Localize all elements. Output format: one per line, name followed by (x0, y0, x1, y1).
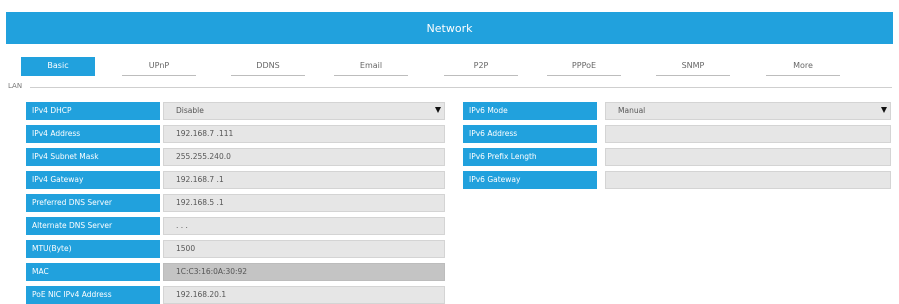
caret-down-icon (435, 107, 441, 113)
field-label: IPv6 Gateway (463, 171, 597, 189)
field-ipv6-prefix-length: IPv6 Prefix Length (463, 148, 893, 166)
ipv4-address-input[interactable]: 192.168.7 .111 (163, 125, 445, 143)
ipv6-address-input[interactable] (605, 125, 891, 143)
field-ipv6-address: IPv6 Address (463, 125, 893, 143)
select-value: Disable (176, 106, 204, 115)
field-label: IPv4 Gateway (26, 171, 160, 189)
field-label: MTU(Byte) (26, 240, 160, 258)
tab-upnp[interactable]: UPnP (122, 57, 196, 76)
ipv6-prefix-length-input[interactable] (605, 148, 891, 166)
field-label: IPv4 DHCP (26, 102, 160, 120)
field-label: MAC (26, 263, 160, 281)
field-poe-nic-ipv4: PoE NIC IPv4 Address 192.168.20.1 (26, 286, 456, 304)
ipv4-subnet-mask-input[interactable]: 255.255.240.0 (163, 148, 445, 166)
field-mac: MAC 1C:C3:16:0A:30:92 (26, 263, 456, 281)
field-ipv4-dhcp: IPv4 DHCP Disable (26, 102, 456, 120)
ipv4-dhcp-select[interactable]: Disable (163, 102, 445, 120)
tab-email[interactable]: Email (334, 57, 408, 76)
field-ipv4-address: IPv4 Address 192.168.7 .111 (26, 125, 456, 143)
poe-nic-ipv4-input[interactable]: 192.168.20.1 (163, 286, 445, 304)
ipv6-mode-select[interactable]: Manual (605, 102, 891, 120)
field-label: IPv6 Address (463, 125, 597, 143)
field-alternate-dns: Alternate DNS Server . . . (26, 217, 456, 235)
field-ipv4-subnet-mask: IPv4 Subnet Mask 255.255.240.0 (26, 148, 456, 166)
field-label: IPv6 Mode (463, 102, 597, 120)
field-ipv6-mode: IPv6 Mode Manual (463, 102, 893, 120)
ipv6-gateway-input[interactable] (605, 171, 891, 189)
field-label: IPv4 Address (26, 125, 160, 143)
field-ipv4-gateway: IPv4 Gateway 192.168.7 .1 (26, 171, 456, 189)
section-label-lan: LAN (8, 82, 26, 90)
select-value: Manual (618, 106, 646, 115)
tab-p2p[interactable]: P2P (444, 57, 518, 76)
field-mtu: MTU(Byte) 1500 (26, 240, 456, 258)
field-label: Preferred DNS Server (26, 194, 160, 212)
window-title: Network (6, 12, 893, 44)
field-label: Alternate DNS Server (26, 217, 160, 235)
tab-more[interactable]: More (766, 57, 840, 76)
field-label: PoE NIC IPv4 Address (26, 286, 160, 304)
alternate-dns-input[interactable]: . . . (163, 217, 445, 235)
tab-ddns[interactable]: DDNS (231, 57, 305, 76)
tab-pppoe[interactable]: PPPoE (547, 57, 621, 76)
caret-down-icon (881, 107, 887, 113)
preferred-dns-input[interactable]: 192.168.5 .1 (163, 194, 445, 212)
field-label: IPv4 Subnet Mask (26, 148, 160, 166)
section-divider (30, 87, 892, 88)
field-preferred-dns: Preferred DNS Server 192.168.5 .1 (26, 194, 456, 212)
field-label: IPv6 Prefix Length (463, 148, 597, 166)
mtu-input[interactable]: 1500 (163, 240, 445, 258)
field-ipv6-gateway: IPv6 Gateway (463, 171, 893, 189)
mac-value: 1C:C3:16:0A:30:92 (163, 263, 445, 281)
tab-snmp[interactable]: SNMP (656, 57, 730, 76)
ipv4-gateway-input[interactable]: 192.168.7 .1 (163, 171, 445, 189)
tab-basic[interactable]: Basic (21, 57, 95, 76)
tab-bar: Basic UPnP DDNS Email P2P PPPoE SNMP Mor… (0, 57, 899, 77)
